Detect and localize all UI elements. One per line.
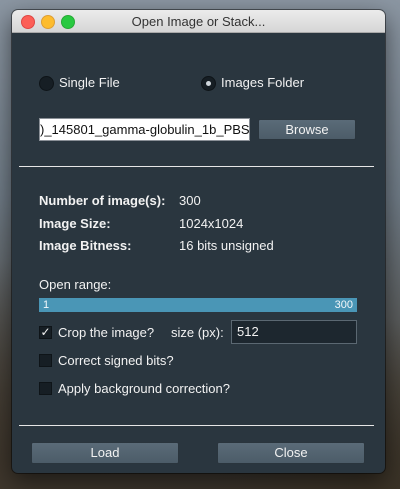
open-range-label: Open range: — [39, 277, 112, 292]
crop-size-field[interactable]: 512 — [231, 320, 357, 344]
signed-bits-checkbox[interactable] — [39, 354, 52, 367]
crop-checkbox[interactable]: ✓ — [39, 326, 52, 339]
single-file-label[interactable]: Single File — [59, 75, 120, 90]
separator-bottom — [19, 425, 374, 426]
path-field-value: )_145801_gamma-globulin_1b_PBS — [40, 122, 250, 137]
image-size-value: 1024x1024 — [179, 216, 244, 231]
open-range-min: 1 — [43, 299, 50, 311]
open-range-slider[interactable]: 1 300 — [39, 298, 357, 312]
radio-selected-dot-icon — [206, 81, 211, 86]
signed-bits-label[interactable]: Correct signed bits? — [58, 353, 174, 368]
crop-label[interactable]: Crop the image? — [58, 325, 154, 340]
load-button[interactable]: Load — [31, 442, 179, 464]
crop-size-value: 512 — [237, 324, 259, 339]
open-range-max: 300 — [334, 299, 353, 311]
images-folder-label[interactable]: Images Folder — [221, 75, 304, 90]
images-folder-radio[interactable] — [201, 76, 216, 91]
dialog-content: Single File Images Folder )_145801_gamma… — [12, 33, 385, 473]
crop-size-label: size (px): — [171, 325, 224, 340]
image-size-label: Image Size: — [39, 216, 111, 231]
title-bar[interactable]: Open Image or Stack... — [12, 10, 385, 33]
image-bitness-value: 16 bits unsigned — [179, 238, 274, 253]
image-bitness-label: Image Bitness: — [39, 238, 132, 253]
background-correction-label[interactable]: Apply background correction? — [58, 381, 230, 396]
single-file-radio[interactable] — [39, 76, 54, 91]
open-image-dialog: Open Image or Stack... Single File Image… — [12, 10, 385, 473]
separator-top — [19, 166, 374, 167]
path-field[interactable]: )_145801_gamma-globulin_1b_PBS — [39, 118, 250, 141]
window-title: Open Image or Stack... — [131, 14, 266, 29]
background-correction-checkbox[interactable] — [39, 382, 52, 395]
image-count-label: Number of image(s): — [39, 193, 166, 208]
image-count-value: 300 — [179, 193, 201, 208]
browse-button[interactable]: Browse — [258, 119, 356, 140]
close-button[interactable]: Close — [217, 442, 365, 464]
checkmark-icon: ✓ — [40, 325, 51, 339]
